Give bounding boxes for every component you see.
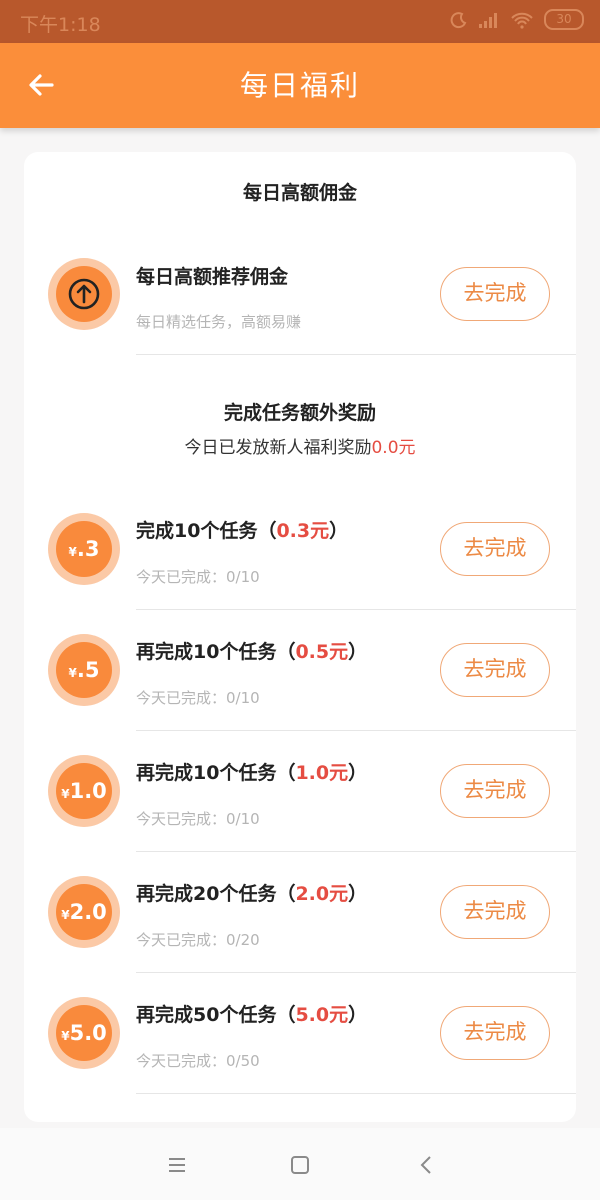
reward-badge-inner: ¥5.0 [56, 1005, 112, 1061]
commission-subtitle: 每日精选任务，高额易赚 [136, 313, 302, 331]
task-go-button[interactable]: 去完成 [440, 764, 550, 818]
nav-home-button[interactable] [285, 1150, 315, 1180]
commission-title: 每日高额推荐佣金 [136, 266, 289, 288]
yen-symbol: ¥ [61, 787, 70, 801]
task-title: 再完成50个任务（5.0元） [136, 1000, 367, 1027]
reward-badge: ¥.3 [48, 513, 120, 585]
welfare-card: 每日高额佣金 每日高额推荐佣金 每日精选任务，高额易赚 去完成 完成任务额外奖励… [24, 152, 576, 1122]
extra-subtitle-text: 今日已发放新人福利奖励 [184, 438, 372, 458]
app-bar: 每日福利 [0, 43, 600, 128]
reward-badge: ¥5.0 [48, 997, 120, 1069]
task-row: ¥5.0 再完成50个任务（5.0元） 今天已完成：0/50 去完成 [24, 973, 576, 1094]
reward-badge-inner: ¥.3 [56, 521, 112, 577]
task-reward-amount: 2.0元 [295, 883, 349, 905]
task-title: 再完成10个任务（0.5元） [136, 637, 367, 664]
divider [136, 354, 576, 355]
task-row: ¥2.0 再完成20个任务（2.0元） 今天已完成：0/20 去完成 [24, 852, 576, 973]
task-reward-amount: 5.0元 [295, 1004, 349, 1026]
commission-row: 每日高额推荐佣金 每日精选任务，高额易赚 去完成 [24, 234, 576, 355]
task-title: 再完成10个任务（1.0元） [136, 758, 367, 785]
reward-badge-value: 1.0 [69, 779, 107, 803]
task-row: ¥.5 再完成10个任务（0.5元） 今天已完成：0/10 去完成 [24, 610, 576, 731]
reward-badge-value: 5.0 [69, 1021, 107, 1045]
task-title-suffix: ） [348, 641, 368, 663]
reward-badge: ¥.5 [48, 634, 120, 706]
status-time: 下午1:18 [20, 14, 101, 36]
yen-symbol: ¥ [68, 545, 77, 559]
wifi-icon [511, 12, 533, 29]
back-button[interactable] [22, 65, 62, 105]
task-go-button[interactable]: 去完成 [440, 1006, 550, 1060]
menu-icon [169, 1158, 185, 1172]
reward-badge-value: 2.0 [69, 900, 107, 924]
task-row: ¥.3 完成10个任务（0.3元） 今天已完成：0/10 去完成 [24, 489, 576, 610]
reward-badge-value: .5 [76, 658, 100, 682]
page-title: 每日福利 [239, 69, 360, 102]
battery-indicator: 30 [544, 9, 584, 30]
arrow-left-icon [29, 74, 54, 96]
task-reward-amount: 1.0元 [295, 762, 349, 784]
task-progress: 今天已完成：0/50 [136, 1052, 260, 1070]
task-progress: 今天已完成：0/10 [136, 810, 260, 828]
task-title-text: 完成10个任务（ [136, 520, 277, 542]
yen-symbol: ¥ [68, 666, 77, 680]
task-row: ¥1.0 再完成10个任务（1.0元） 今天已完成：0/10 去完成 [24, 731, 576, 852]
task-title: 完成10个任务（0.3元） [136, 516, 348, 543]
arrow-up-circle-icon [68, 278, 100, 310]
task-go-button[interactable]: 去完成 [440, 885, 550, 939]
extra-subtitle: 今日已发放新人福利奖励0.0元 [24, 433, 576, 458]
task-title-text: 再完成10个任务（ [136, 641, 296, 663]
commission-badge-inner [56, 266, 112, 322]
task-title-suffix: ） [348, 883, 368, 905]
system-nav-bar [0, 1128, 600, 1200]
task-progress: 今天已完成：0/10 [136, 689, 260, 707]
task-reward-amount: 0.3元 [276, 520, 330, 542]
reward-badge-inner: ¥2.0 [56, 884, 112, 940]
reward-badge: ¥1.0 [48, 755, 120, 827]
task-progress: 今天已完成：0/20 [136, 931, 260, 949]
task-reward-amount: 0.5元 [295, 641, 349, 663]
signal-icon [479, 12, 497, 28]
task-title: 再完成20个任务（2.0元） [136, 879, 367, 906]
task-title-suffix: ） [348, 1004, 368, 1026]
task-title-text: 再完成50个任务（ [136, 1004, 296, 1026]
yen-symbol: ¥ [61, 1029, 70, 1043]
reward-badge-inner: ¥.5 [56, 642, 112, 698]
task-title-suffix: ） [329, 520, 349, 542]
task-title-text: 再完成10个任务（ [136, 762, 296, 784]
task-title-suffix: ） [348, 762, 368, 784]
task-go-button[interactable]: 去完成 [440, 643, 550, 697]
commission-badge [48, 258, 120, 330]
divider [136, 1093, 576, 1094]
reward-badge: ¥2.0 [48, 876, 120, 948]
square-home-icon [291, 1156, 309, 1174]
nav-back-button[interactable] [412, 1150, 442, 1180]
status-bar: 下午1:18 30 [0, 0, 600, 43]
extra-section-title: 完成任务额外奖励 [223, 402, 376, 424]
task-title-text: 再完成20个任务（ [136, 883, 296, 905]
chevron-left-icon [420, 1156, 431, 1174]
commission-section-title: 每日高额佣金 [242, 182, 357, 204]
task-go-button[interactable]: 去完成 [440, 522, 550, 576]
task-progress: 今天已完成：0/10 [136, 568, 260, 586]
yen-symbol: ¥ [61, 908, 70, 922]
alarm-icon [450, 11, 467, 28]
reward-badge-inner: ¥1.0 [56, 763, 112, 819]
nav-menu-button[interactable] [162, 1150, 192, 1180]
status-icons: 30 [450, 9, 584, 30]
commission-go-button[interactable]: 去完成 [440, 267, 550, 321]
extra-subtitle-amount: 0.0元 [371, 438, 416, 458]
reward-badge-value: .3 [76, 537, 100, 561]
